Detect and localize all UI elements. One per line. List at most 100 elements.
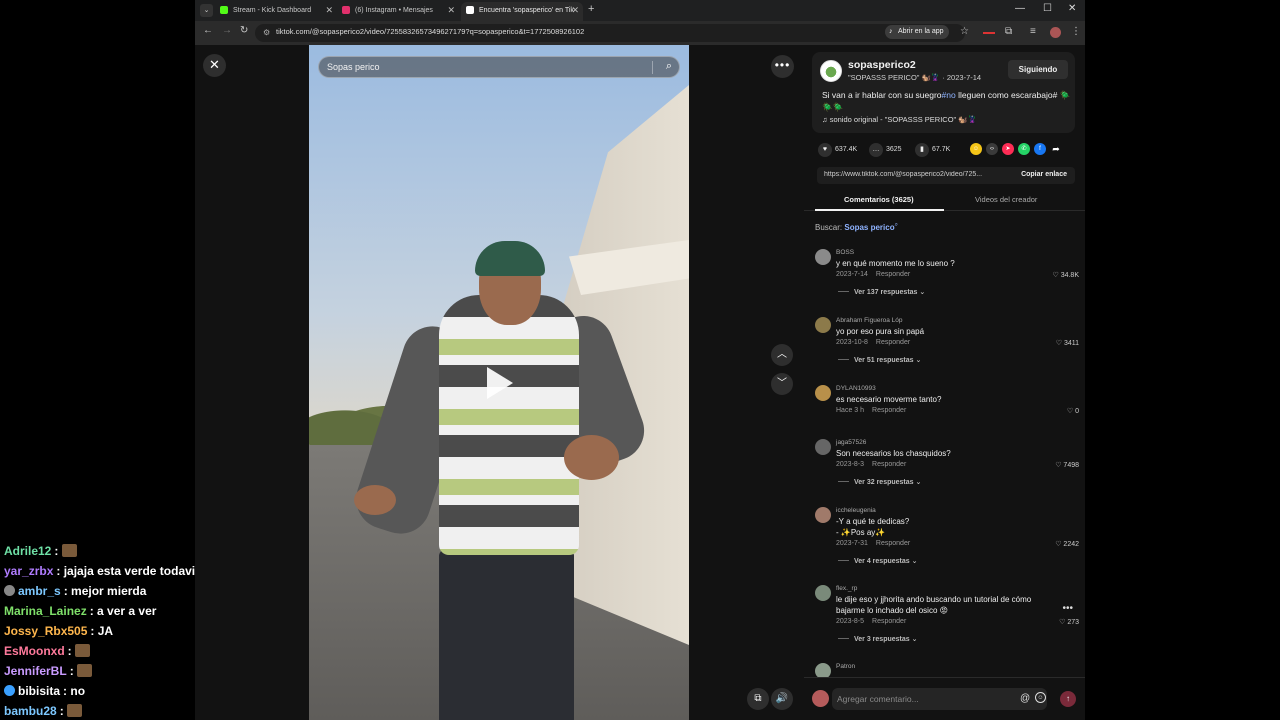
mention-icon[interactable]: @ xyxy=(1020,693,1030,704)
tab-kick-dashboard[interactable]: Stream - Kick Dashboard ✕ xyxy=(215,2,337,21)
like-button[interactable]: ♥ 637.4K xyxy=(818,143,857,157)
chat-username[interactable]: Jossy_Rbx505 xyxy=(4,624,87,638)
browser-menu-icon[interactable]: ⋮ xyxy=(1071,26,1081,37)
comment-input[interactable] xyxy=(832,688,1047,710)
save-button[interactable]: ▮ 67.7K xyxy=(915,143,950,157)
video-search-query[interactable]: Sopas perico xyxy=(327,62,380,72)
chat-username[interactable]: bambu28 xyxy=(4,704,57,718)
whatsapp-icon[interactable]: ✆ xyxy=(1018,143,1030,155)
chat-username[interactable]: EsMoonxd xyxy=(4,644,65,658)
embed-icon[interactable]: ‹› xyxy=(986,143,998,155)
close-tab-icon[interactable]: ✕ xyxy=(325,2,333,19)
search-icon[interactable]: ⌕ xyxy=(666,60,672,73)
commenter-name[interactable]: BOSS xyxy=(836,249,854,256)
commenter-name[interactable]: Patron xyxy=(836,663,855,670)
comment-like-button[interactable]: ♡ 7498 xyxy=(1055,461,1079,469)
omnibox[interactable]: ⚙ tiktok.com/@sopasperico2/video/7255832… xyxy=(255,24,965,42)
reply-button[interactable]: Responder xyxy=(876,540,910,547)
next-video-button[interactable]: ﹀ xyxy=(771,373,793,395)
close-tab-icon[interactable]: ✕ xyxy=(571,2,579,19)
chat-username[interactable]: ambr_s xyxy=(18,584,61,598)
comment-like-button[interactable]: ♡ 273 xyxy=(1059,618,1079,626)
commenter-avatar[interactable] xyxy=(815,507,831,523)
send-icon[interactable]: ➤ xyxy=(1002,143,1014,155)
commenter-name[interactable]: jaga57526 xyxy=(836,439,866,446)
view-replies-button[interactable]: Ver 4 respuestas ⌄ xyxy=(838,557,917,565)
hashtag-link[interactable]: #no xyxy=(942,90,956,100)
commenter-name[interactable]: DYLAN10993 xyxy=(836,385,876,392)
comment-more-icon[interactable]: ••• xyxy=(1062,603,1073,614)
comment-like-button[interactable]: ♡ 3411 xyxy=(1056,339,1079,347)
copy-link-button[interactable]: Copiar enlace xyxy=(1021,171,1067,178)
forward-icon[interactable]: → xyxy=(222,25,232,36)
extension-red-icon[interactable] xyxy=(983,32,995,34)
chat-username[interactable]: Adrile12 xyxy=(4,544,51,558)
reply-button[interactable]: Responder xyxy=(872,461,906,468)
view-replies-button[interactable]: Ver 3 respuestas ⌄ xyxy=(838,635,917,643)
comment-button[interactable]: … 3625 xyxy=(869,143,902,157)
tab-creator-videos[interactable]: Videos del creador xyxy=(975,195,1037,204)
view-replies-button[interactable]: Ver 51 respuestas ⌄ xyxy=(838,356,921,364)
reload-icon[interactable]: ↻ xyxy=(240,25,248,36)
chat-username[interactable]: Marina_Lainez xyxy=(4,604,87,618)
comment-like-button[interactable]: ♡ 2242 xyxy=(1055,540,1079,548)
video-player[interactable]: Sopas perico ⌕ xyxy=(309,45,689,720)
site-info-icon[interactable]: ⚙ xyxy=(263,28,270,37)
reply-button[interactable]: Responder xyxy=(876,271,910,278)
search-term-link[interactable]: Sopas perico xyxy=(844,223,894,232)
tab-search-icon[interactable]: ⌄ xyxy=(200,4,213,17)
commenter-avatar[interactable] xyxy=(815,585,831,601)
profile-avatar-icon[interactable] xyxy=(1050,27,1061,38)
share-link-text[interactable]: https://www.tiktok.com/@sopasperico2/vid… xyxy=(824,171,1004,178)
chat-username[interactable]: JenniferBL xyxy=(4,664,67,678)
maximize-icon[interactable]: ☐ xyxy=(1043,3,1052,14)
comment-like-button[interactable]: ♡ 34.8K xyxy=(1052,271,1079,279)
emoji-share-icon[interactable]: ☺ xyxy=(970,143,982,155)
emoji-icon[interactable]: ☺ xyxy=(1035,692,1046,703)
share-arrow-icon[interactable]: ➦ xyxy=(1050,143,1062,155)
view-replies-button[interactable]: Ver 32 respuestas ⌄ xyxy=(838,478,921,486)
open-in-app-button[interactable]: ♪ Abrir en la app xyxy=(885,25,949,39)
commenter-avatar[interactable] xyxy=(815,439,831,455)
sound-link[interactable]: ♫ sonido original - "SOPASSS PERICO" 🐿️🦹 xyxy=(822,115,977,124)
volume-icon[interactable]: 🔊 xyxy=(771,688,793,710)
chat-username[interactable]: bibisita xyxy=(18,684,60,698)
reply-button[interactable]: Responder xyxy=(872,407,906,414)
commenter-avatar[interactable] xyxy=(815,385,831,401)
previous-video-button[interactable]: ︿ xyxy=(771,344,793,366)
send-comment-button[interactable]: ↑ xyxy=(1060,691,1076,707)
search-icon[interactable]: ⌕ xyxy=(895,222,898,228)
commenter-name[interactable]: iccheleugenia xyxy=(836,507,876,514)
close-window-icon[interactable]: ✕ xyxy=(1068,3,1076,14)
following-button[interactable]: Siguiendo xyxy=(1008,60,1068,79)
chat-username[interactable]: yar_zrbx xyxy=(4,564,53,578)
picture-in-picture-icon[interactable]: ⧉ xyxy=(747,688,769,710)
play-icon[interactable] xyxy=(487,367,513,399)
commenter-name[interactable]: flex._rp xyxy=(836,585,857,592)
video-search-bar[interactable]: Sopas perico ⌕ xyxy=(318,56,680,78)
close-video-button[interactable]: ✕ xyxy=(203,54,226,77)
new-tab-icon[interactable]: + xyxy=(588,3,594,15)
reply-button[interactable]: Responder xyxy=(872,618,906,625)
tab-instagram[interactable]: (6) Instagram • Mensajes ✕ xyxy=(337,2,459,21)
url-text[interactable]: tiktok.com/@sopasperico2/video/725583265… xyxy=(276,27,584,36)
back-icon[interactable]: ← xyxy=(203,25,213,36)
close-tab-icon[interactable]: ✕ xyxy=(447,2,455,19)
extensions-icon[interactable]: ⧉ xyxy=(1005,26,1012,37)
commenter-avatar[interactable] xyxy=(815,663,831,677)
bookmark-star-icon[interactable]: ☆ xyxy=(960,26,969,37)
more-options-button[interactable]: ••• xyxy=(771,55,794,78)
comment-like-button[interactable]: ♡ 0 xyxy=(1067,407,1079,415)
commenter-avatar[interactable] xyxy=(815,249,831,265)
creator-name[interactable]: sopasperico2 xyxy=(848,59,916,71)
facebook-icon[interactable]: f xyxy=(1034,143,1046,155)
commenter-name[interactable]: Abraham Figueroa Lóp xyxy=(836,317,903,324)
tab-comments[interactable]: Comentarios (3625) xyxy=(844,195,914,204)
commenter-avatar[interactable] xyxy=(815,317,831,333)
reply-button[interactable]: Responder xyxy=(876,339,910,346)
view-replies-button[interactable]: Ver 137 respuestas ⌄ xyxy=(838,288,925,296)
minimize-icon[interactable]: — xyxy=(1015,3,1025,14)
tab-tiktok[interactable]: Encuentra 'sopasperico' en Tik ✕ xyxy=(461,2,583,21)
media-icon[interactable]: ≡ xyxy=(1030,26,1036,37)
creator-avatar[interactable] xyxy=(820,60,842,82)
